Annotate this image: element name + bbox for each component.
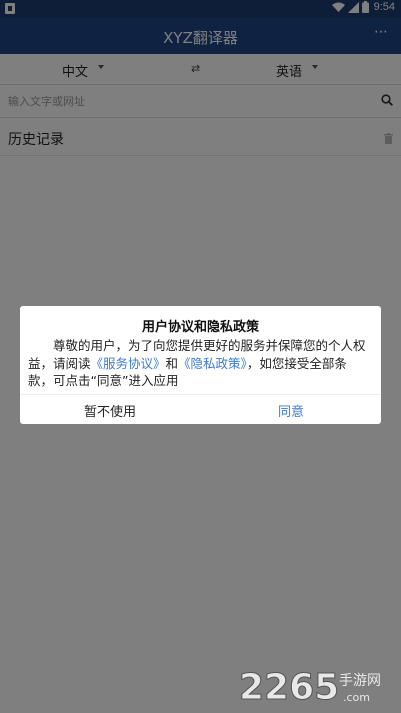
dialog-title: 用户协议和隐私政策 — [141, 320, 259, 335]
privacy-dialog: 用户协议和隐私政策 尊敬的用户，为了向您提供更好的服务并保障您的个人权益，请阅读… — [20, 306, 381, 424]
dialog-divider — [20, 394, 381, 395]
dialog-body: 尊敬的用户，为了向您提供更好的服务并保障您的个人权益，请阅读《服务协议》和《隐私… — [28, 337, 371, 390]
privacy-policy-link[interactable]: 《隐私政策》 — [178, 356, 247, 371]
dialog-body-and: 和 — [165, 355, 179, 371]
watermark-domain: .com — [343, 691, 370, 704]
watermark-suffix: 手游网 — [339, 673, 381, 689]
decline-button[interactable]: 暂不使用 — [20, 401, 200, 420]
watermark-number: 2265 — [239, 667, 339, 707]
service-agreement-link[interactable]: 《服务协议》 — [91, 356, 166, 371]
agree-button[interactable]: 同意 — [201, 401, 381, 420]
watermark-logo: 2265 手游网 .com — [239, 667, 381, 708]
